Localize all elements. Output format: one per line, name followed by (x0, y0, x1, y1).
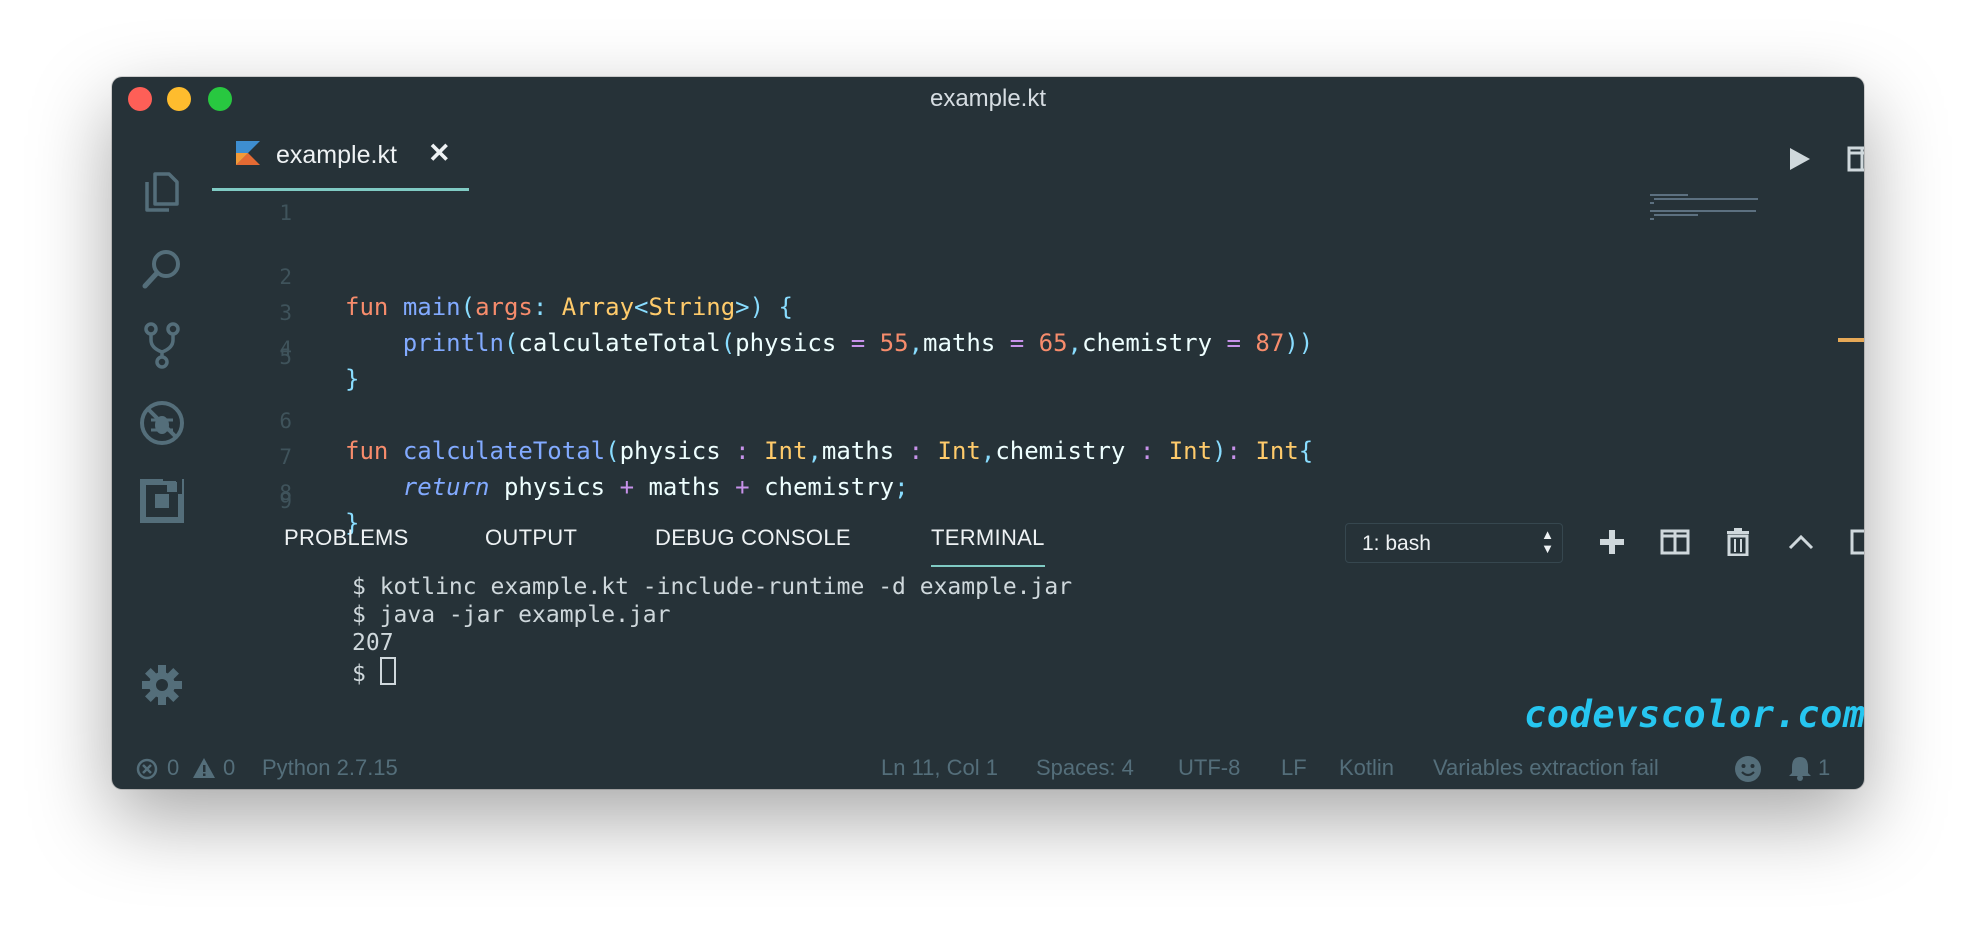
terminal-select[interactable]: 1: bash ▲ ▼ (1345, 523, 1563, 563)
tab-terminal[interactable]: TERMINAL (931, 525, 1045, 567)
kill-terminal-icon[interactable] (1721, 525, 1755, 559)
python-interpreter[interactable]: Python 2.7.15 (262, 755, 398, 781)
code-line: 2 fun main(args: Array<String>) { (279, 265, 793, 321)
encoding[interactable]: UTF-8 (1178, 755, 1240, 781)
debug-icon[interactable] (134, 395, 190, 451)
line-ending[interactable]: LF (1281, 755, 1307, 781)
code-line: 3 println(calculateTotal(physics = 55,ma… (279, 301, 1314, 357)
tab-label: example.kt (276, 141, 397, 169)
source-control-icon[interactable] (134, 317, 190, 373)
editor-window: example.kt example.kt ✕ 1 2 fun main(arg… (112, 77, 1864, 789)
split-editor-icon[interactable] (1846, 143, 1864, 175)
tab-bar: example.kt ✕ (212, 121, 1864, 191)
terminal-line: $ kotlinc example.kt -include-runtime -d… (352, 574, 1073, 600)
terminal-cursor (379, 657, 396, 685)
overview-ruler-marker (1838, 338, 1864, 342)
code-line: 6 fun calculateTotal(physics : Int,maths… (279, 409, 1314, 465)
status-bar: 0 0 Python 2.7.15 Ln 11, Col 1 Spaces: 4… (112, 745, 1864, 789)
terminal-line: 207 (352, 630, 394, 656)
search-icon[interactable] (134, 241, 190, 297)
activity-bar (112, 121, 212, 789)
title-bar: example.kt (112, 77, 1864, 121)
terminal-prompt-line: $ (352, 657, 1072, 688)
new-terminal-icon[interactable] (1595, 525, 1629, 559)
tab-example-kt[interactable]: example.kt ✕ (212, 121, 469, 191)
code-line: 4 } (279, 337, 360, 393)
notification-count[interactable]: 1 (1818, 755, 1830, 781)
warning-icon (193, 758, 215, 778)
run-icon[interactable] (1783, 143, 1815, 175)
files-icon[interactable] (134, 163, 190, 219)
tab-debug-console[interactable]: DEBUG CONSOLE (655, 525, 851, 551)
indentation[interactable]: Spaces: 4 (1036, 755, 1134, 781)
select-arrows-icon: ▲ ▼ (1541, 527, 1554, 556)
language-mode[interactable]: Kotlin (1339, 755, 1394, 781)
error-count[interactable]: 0 (167, 755, 179, 781)
error-icon (136, 758, 158, 780)
watermark: codevscolor.com (1524, 693, 1864, 736)
tab-close-icon[interactable]: ✕ (428, 138, 451, 169)
warning-count[interactable]: 0 (223, 755, 235, 781)
status-message[interactable]: Variables extraction fail (1433, 755, 1659, 781)
terminal-line: $ java -jar example.jar (352, 602, 671, 628)
cursor-position[interactable]: Ln 11, Col 1 (881, 755, 998, 781)
split-terminal-icon[interactable] (1658, 525, 1692, 559)
code-line: 7 return physics + maths + chemistry; (279, 445, 909, 501)
window-title: example.kt (929, 85, 1047, 112)
code-line: 8 } (279, 481, 360, 537)
toggle-panel-icon[interactable] (1847, 525, 1864, 559)
gear-icon[interactable] (134, 657, 190, 713)
tab-output[interactable]: OUTPUT (485, 525, 577, 551)
tab-problems[interactable]: PROBLEMS (284, 525, 409, 551)
bell-icon[interactable] (1788, 755, 1812, 781)
minimap[interactable] (1650, 192, 1760, 222)
kotlin-file-icon (236, 141, 260, 165)
maximize-panel-icon[interactable] (1784, 525, 1818, 559)
feedback-smiley-icon[interactable] (1734, 755, 1762, 783)
terminal-output[interactable]: $ kotlinc example.kt -include-runtime -d… (352, 573, 1072, 688)
extensions-icon[interactable] (134, 473, 190, 529)
